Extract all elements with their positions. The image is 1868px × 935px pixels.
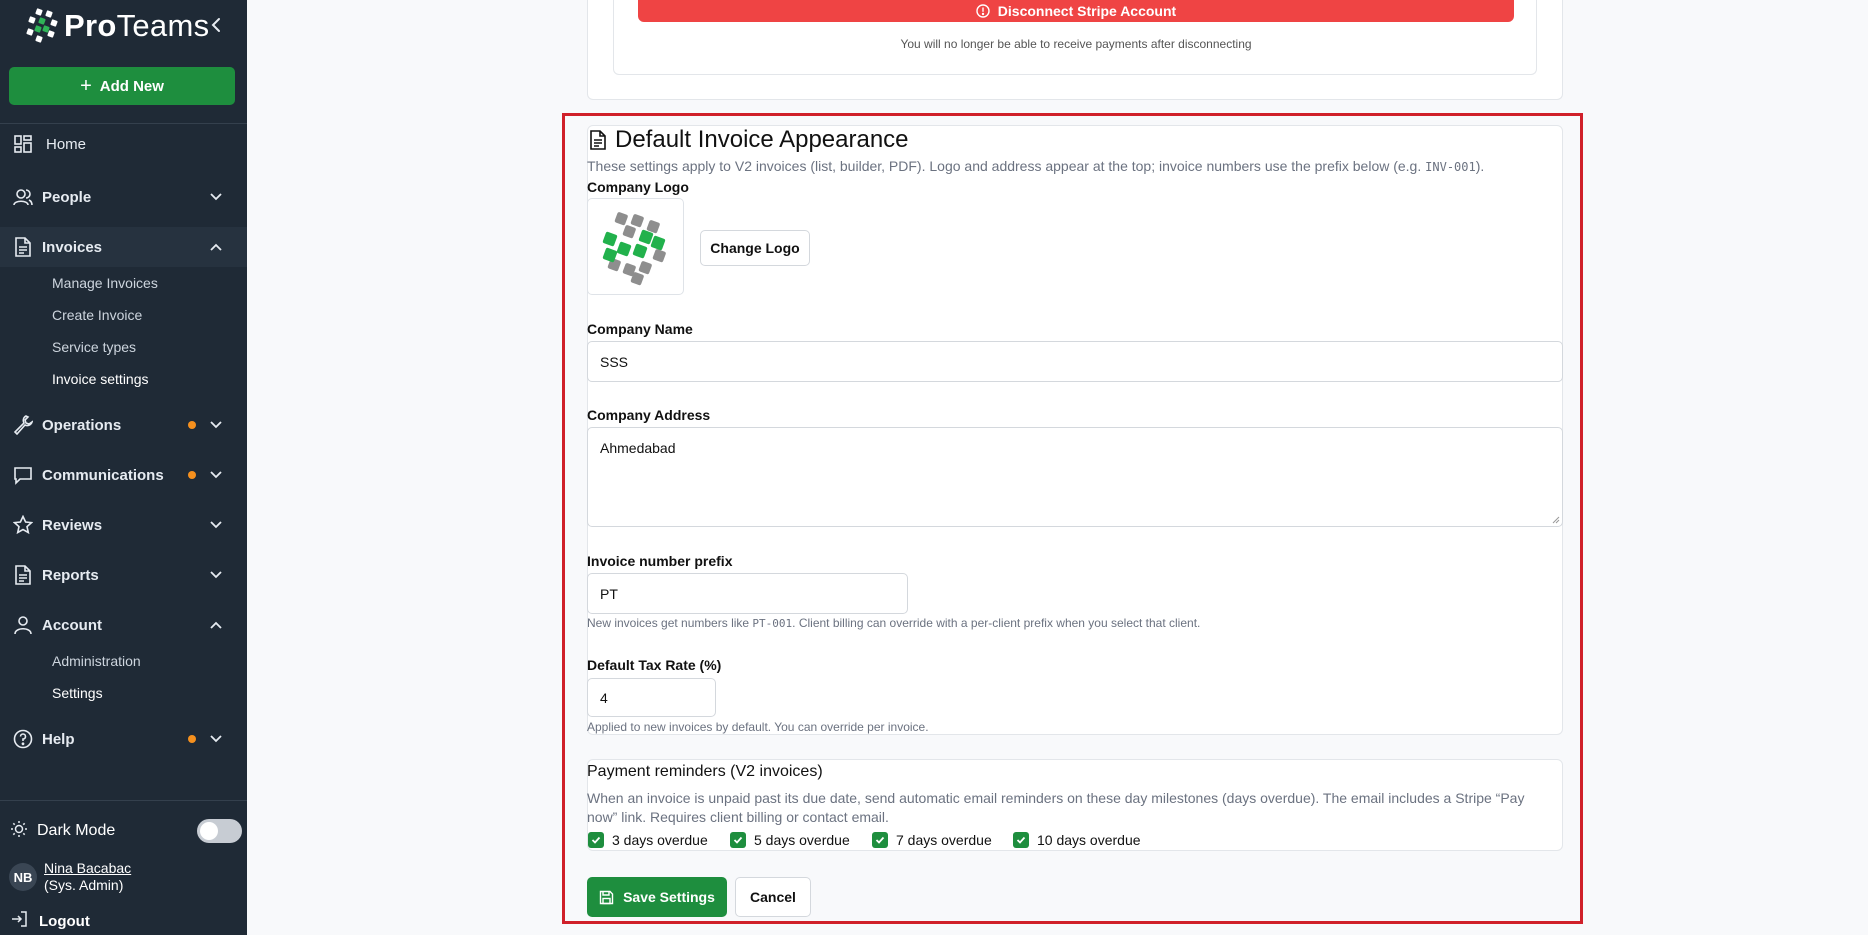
sidebar-item-reviews[interactable]: Reviews <box>0 505 247 545</box>
user-icon <box>12 614 34 636</box>
sidebar-subitem-create-invoice[interactable]: Create Invoice <box>52 307 142 323</box>
notification-dot <box>188 421 196 429</box>
user-name-link[interactable]: Nina Bacabac <box>44 860 131 876</box>
chevron-down-icon <box>208 517 224 533</box>
sidebar-subitem-service-types[interactable]: Service types <box>52 339 136 355</box>
disconnect-stripe-button[interactable]: Disconnect Stripe Account <box>638 0 1514 22</box>
chevron-down-icon <box>208 731 224 747</box>
sidebar-item-label: Operations <box>42 416 122 434</box>
disconnect-stripe-label: Disconnect Stripe Account <box>997 3 1177 19</box>
alert-circle-icon <box>976 4 990 18</box>
collapse-sidebar-button[interactable] <box>208 12 224 38</box>
sidebar-item-home[interactable]: Home <box>0 124 247 164</box>
wrench-icon <box>12 414 34 436</box>
sidebar-item-label: Help <box>42 730 75 748</box>
sidebar-subitem-manage-invoices[interactable]: Manage Invoices <box>52 275 158 291</box>
stripe-disconnect-panel: Disconnect Stripe Account You will no lo… <box>613 0 1537 75</box>
add-new-label: Add New <box>99 77 164 95</box>
user-profile[interactable]: NB Nina Bacabac (Sys. Admin) <box>0 858 247 894</box>
proteams-logo-icon <box>26 8 58 43</box>
chevron-up-icon <box>208 617 224 633</box>
plus-icon: + <box>80 75 92 97</box>
star-icon <box>12 514 34 536</box>
stripe-connection-card: Disconnect Stripe Account You will no lo… <box>587 0 1563 100</box>
logout-label: Logout <box>39 912 90 930</box>
sidebar-item-label: Reviews <box>42 516 103 534</box>
chevron-up-icon <box>208 239 224 255</box>
dashboard-icon <box>12 133 34 155</box>
highlight-annotation-box <box>562 113 1583 924</box>
logout-icon <box>11 910 27 932</box>
sidebar-item-label: People <box>42 188 92 206</box>
sidebar-item-account[interactable]: Account <box>0 605 247 645</box>
sidebar-item-help[interactable]: Help <box>0 719 247 759</box>
sidebar-item-reports[interactable]: Reports <box>0 555 247 595</box>
sun-icon <box>10 820 28 843</box>
add-new-button[interactable]: + Add New <box>9 67 235 105</box>
sidebar-item-operations[interactable]: Operations <box>0 405 247 445</box>
sidebar: ProTeams + Add New Home People Invoices … <box>0 0 247 935</box>
avatar: NB <box>9 863 37 891</box>
sidebar-subitem-invoice-settings[interactable]: Invoice settings <box>52 371 149 387</box>
dark-mode-toggle[interactable] <box>197 819 242 843</box>
sidebar-subitem-administration[interactable]: Administration <box>52 653 141 669</box>
notification-dot <box>188 735 196 743</box>
sidebar-item-invoices[interactable]: Invoices <box>0 227 247 267</box>
chevron-down-icon <box>208 567 224 583</box>
chevron-down-icon <box>208 189 224 205</box>
brand[interactable]: ProTeams <box>24 8 209 44</box>
dark-mode-label: Dark Mode <box>37 822 116 839</box>
sidebar-item-label: Communications <box>42 466 164 484</box>
sidebar-item-label: Home <box>46 135 87 153</box>
logout-button[interactable]: Logout <box>0 908 247 934</box>
sidebar-item-label: Reports <box>42 566 99 584</box>
dark-mode-row: Dark Mode <box>0 812 247 850</box>
chevron-left-icon <box>211 18 220 32</box>
user-role: (Sys. Admin) <box>44 877 124 893</box>
report-icon <box>12 564 34 586</box>
document-icon <box>12 236 34 258</box>
disconnect-note: You will no longer be able to receive pa… <box>900 37 1252 51</box>
chevron-down-icon <box>208 467 224 483</box>
sidebar-item-label: Invoices <box>42 238 103 256</box>
chat-icon <box>12 464 34 486</box>
people-icon <box>12 186 34 208</box>
sidebar-item-communications[interactable]: Communications <box>0 455 247 495</box>
brand-name: ProTeams <box>64 8 210 43</box>
notification-dot <box>188 471 196 479</box>
sidebar-divider <box>0 800 247 801</box>
chevron-down-icon <box>208 417 224 433</box>
sidebar-item-label: Account <box>42 616 102 634</box>
sidebar-item-people[interactable]: People <box>0 177 247 217</box>
sidebar-subitem-settings[interactable]: Settings <box>52 685 103 701</box>
help-icon <box>12 728 34 750</box>
